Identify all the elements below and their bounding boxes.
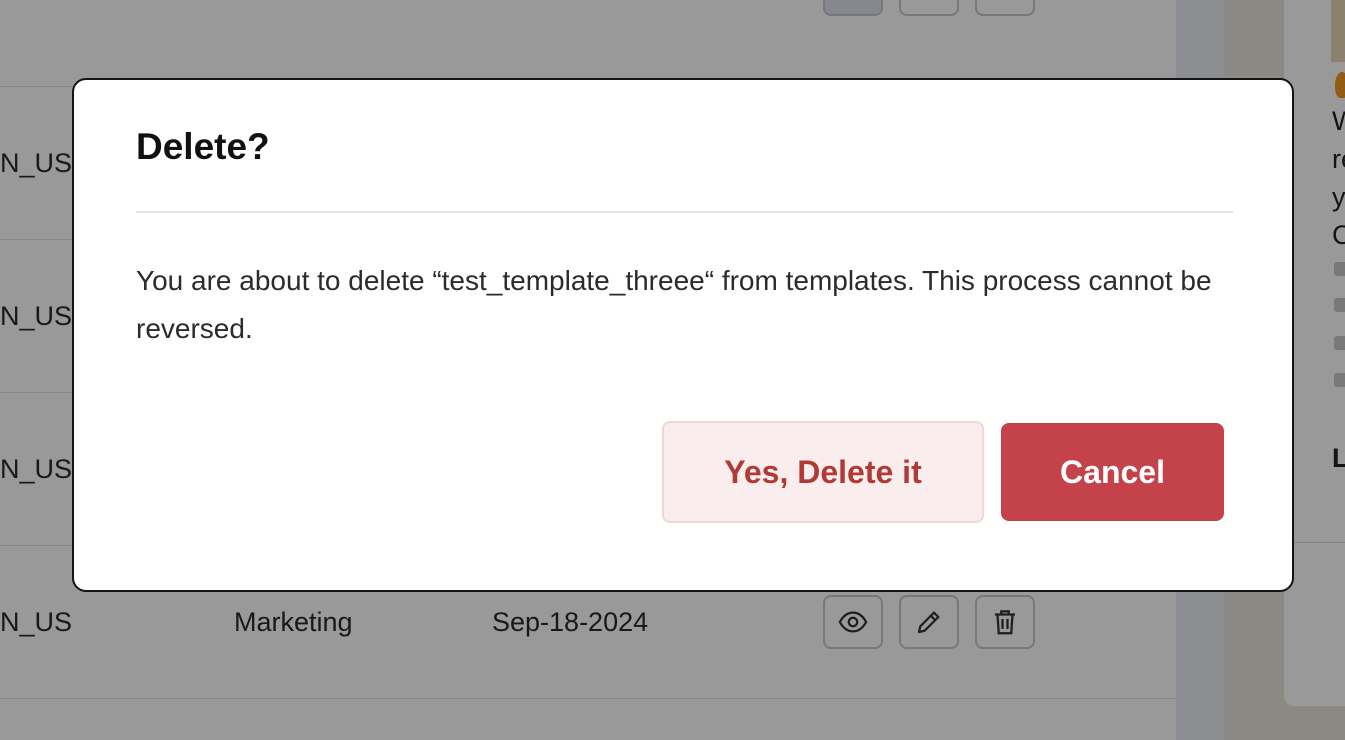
dialog-message: You are about to delete “test_template_t… — [136, 265, 1212, 344]
delete-confirmation-dialog: Delete? You are about to delete “test_te… — [72, 78, 1294, 592]
dialog-divider — [136, 211, 1233, 213]
dialog-title: Delete? — [136, 126, 270, 167]
confirm-delete-button[interactable]: Yes, Delete it — [662, 421, 984, 523]
cancel-button[interactable]: Cancel — [1001, 423, 1224, 521]
